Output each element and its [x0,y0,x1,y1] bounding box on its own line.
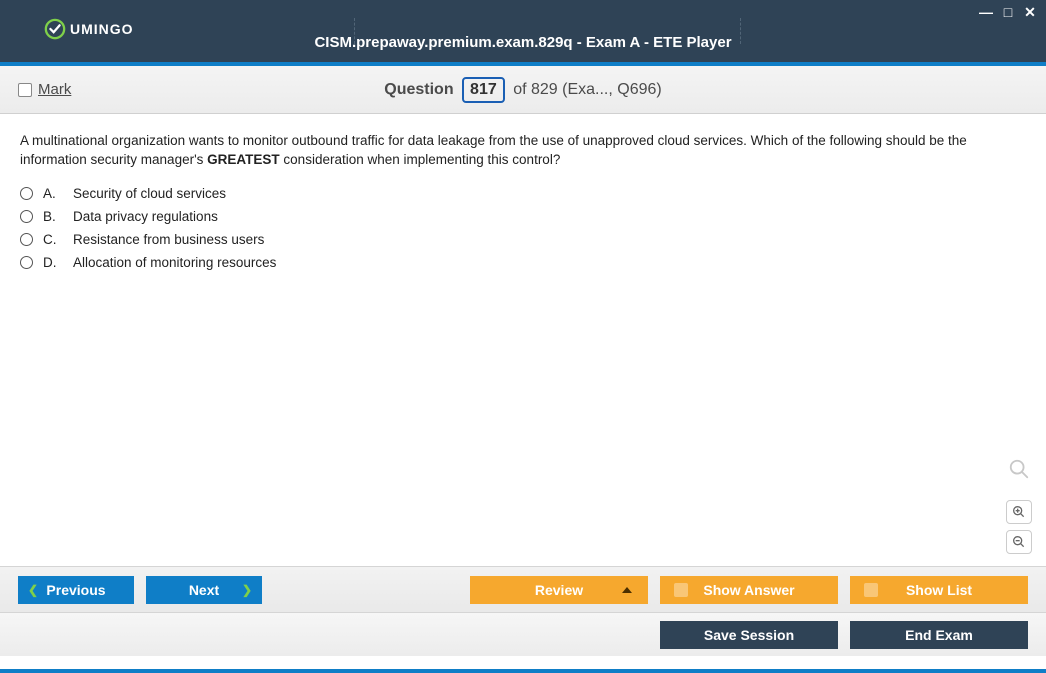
question-indicator: Question 817 of 829 (Exa..., Q696) [0,77,1046,103]
question-text: A multinational organization wants to mo… [20,132,1026,170]
question-number-box[interactable]: 817 [462,77,505,103]
radio-icon [20,210,33,223]
arrow-right-icon: ❯ [242,583,252,597]
close-button[interactable]: ✕ [1022,4,1038,21]
window-title: CISM.prepaway.premium.exam.829q - Exam A… [0,34,1046,51]
show-list-button[interactable]: Show List [850,576,1028,604]
end-exam-button[interactable]: End Exam [850,621,1028,649]
answer-option[interactable]: A. Security of cloud services [20,186,1026,201]
titlebar: UMINGO CISM.prepaway.premium.exam.829q -… [0,0,1046,66]
session-bar: Save Session End Exam [0,612,1046,656]
radio-icon [20,233,33,246]
answer-option[interactable]: C. Resistance from business users [20,232,1026,247]
maximize-button[interactable]: □ [1000,4,1016,21]
radio-icon [20,187,33,200]
answer-option[interactable]: B. Data privacy regulations [20,209,1026,224]
answer-icon [674,583,688,597]
search-icon[interactable] [1008,458,1030,486]
zoom-out-button[interactable] [1006,530,1032,554]
minimize-button[interactable]: — [978,4,994,21]
zoom-in-button[interactable] [1006,500,1032,524]
answer-list: A. Security of cloud services B. Data pr… [20,186,1026,270]
answer-option[interactable]: D. Allocation of monitoring resources [20,255,1026,270]
save-session-button[interactable]: Save Session [660,621,838,649]
bottom-accent [0,669,1046,673]
previous-button[interactable]: ❮ Previous [18,576,134,604]
next-button[interactable]: Next ❯ [146,576,262,604]
question-bar: Mark Question 817 of 829 (Exa..., Q696) [0,66,1046,114]
review-button[interactable]: Review [470,576,648,604]
show-answer-button[interactable]: Show Answer [660,576,838,604]
list-icon [864,583,878,597]
nav-bar: ❮ Previous Next ❯ Review Show Answer Sho… [0,566,1046,612]
question-content: A multinational organization wants to mo… [0,114,1046,566]
triangle-up-icon [622,587,632,593]
radio-icon [20,256,33,269]
arrow-left-icon: ❮ [28,583,38,597]
